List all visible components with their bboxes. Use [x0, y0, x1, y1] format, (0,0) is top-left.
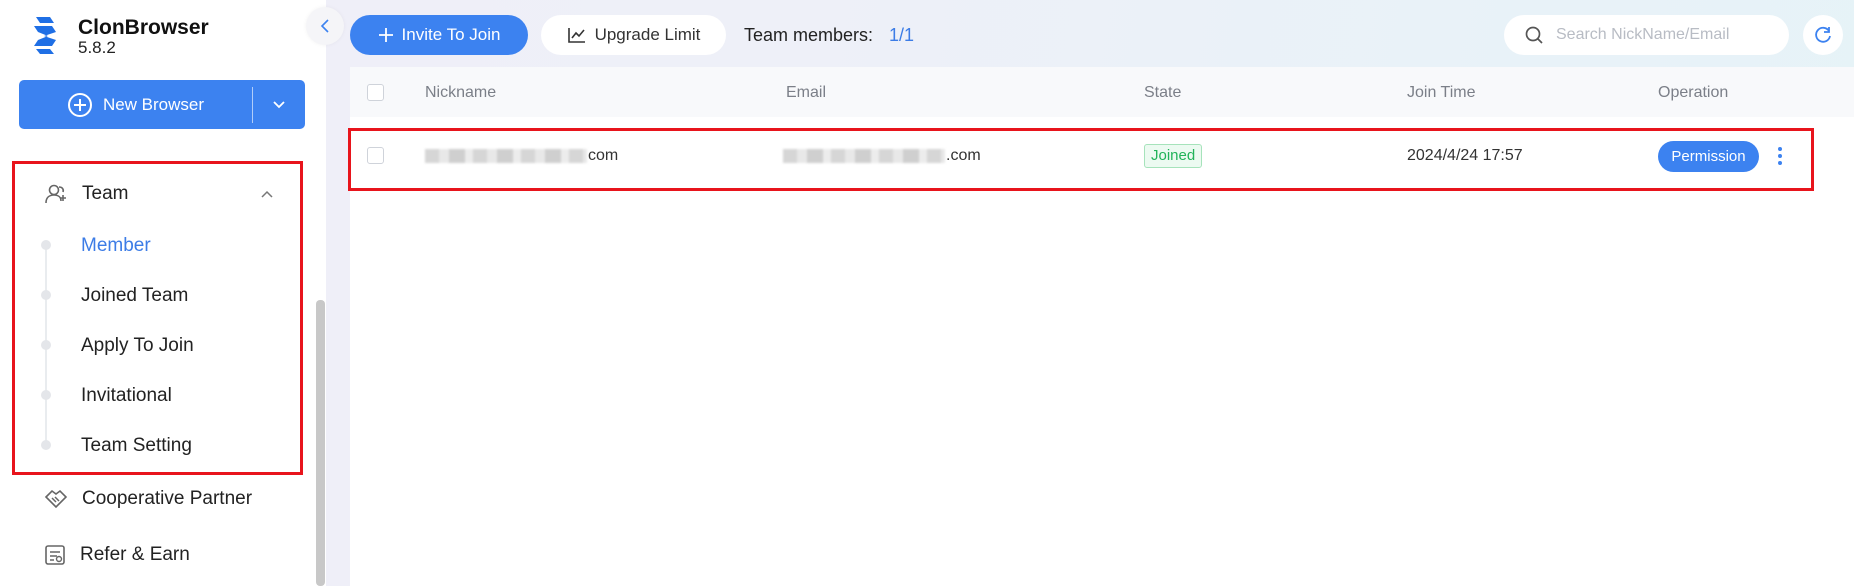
- chevron-left-icon: [320, 19, 329, 33]
- sidebar-item-invitational[interactable]: Invitational: [81, 385, 172, 407]
- refer-earn-icon: [45, 545, 65, 565]
- column-header-operation: Operation: [1658, 84, 1729, 101]
- tree-dot: [41, 440, 51, 450]
- tree-dot: [41, 390, 51, 400]
- sidebar-item-member[interactable]: Member: [81, 235, 151, 257]
- column-header-email: Email: [786, 84, 827, 101]
- new-browser-dropdown[interactable]: [253, 80, 305, 129]
- handshake-icon: [44, 489, 68, 509]
- new-browser-main[interactable]: New Browser: [19, 80, 252, 129]
- column-header-nickname: Nickname: [425, 84, 497, 101]
- sidebar-item-label: Refer & Earn: [80, 544, 190, 565]
- search-input[interactable]: [1556, 26, 1776, 44]
- team-icon: [45, 184, 66, 204]
- plus-icon: [378, 28, 393, 42]
- sidebar-item-label: Team: [82, 183, 129, 204]
- app-version: 5.8.2: [78, 38, 116, 57]
- clonbrowser-logo-icon: [34, 17, 56, 54]
- sidebar-item-apply-to-join[interactable]: Apply To Join: [81, 335, 194, 357]
- search-icon: [1525, 26, 1543, 44]
- invite-to-join-button[interactable]: Invite To Join: [350, 15, 528, 55]
- team-members-count: 1/1: [889, 25, 915, 45]
- new-browser-button[interactable]: New Browser: [19, 80, 305, 129]
- chevron-up-icon: [261, 190, 273, 198]
- sidebar-item-refer-earn[interactable]: Refer & Earn: [44, 544, 190, 566]
- sidebar-item-team-setting[interactable]: Team Setting: [81, 435, 192, 457]
- sidebar-item-joined-team[interactable]: Joined Team: [81, 285, 188, 307]
- sidebar-item-team[interactable]: Team: [44, 180, 274, 208]
- tree-dot: [41, 290, 51, 300]
- upgrade-label: Upgrade Limit: [594, 25, 701, 44]
- invite-label: Invite To Join: [401, 25, 501, 44]
- column-header-join-time: Join Time: [1407, 84, 1476, 101]
- upgrade-limit-button[interactable]: Upgrade Limit: [541, 15, 726, 55]
- refresh-icon: [1815, 26, 1831, 43]
- select-all-checkbox[interactable]: [367, 84, 384, 101]
- chart-line-icon: [567, 28, 585, 43]
- sidebar-item-label: Cooperative Partner: [82, 488, 253, 509]
- tree-dot: [41, 240, 51, 250]
- collapse-sidebar-button[interactable]: [306, 7, 344, 45]
- sidebar-scrollbar[interactable]: [316, 300, 325, 586]
- team-members-label: Team members:: [744, 25, 874, 45]
- column-header-state: State: [1144, 84, 1182, 101]
- team-highlight-box: [12, 161, 303, 475]
- sidebar: ClonBrowser 5.8.2 New Browser Team Membe…: [0, 0, 326, 586]
- tree-dot: [41, 340, 51, 350]
- sidebar-item-cooperative-partner[interactable]: Cooperative Partner: [44, 488, 252, 510]
- plus-circle-icon: [67, 92, 92, 117]
- app-name: ClonBrowser: [78, 16, 209, 39]
- search-box[interactable]: [1504, 15, 1789, 55]
- table-header: Nickname Email State Join Time Operation: [350, 67, 1854, 117]
- refresh-button[interactable]: [1803, 15, 1843, 55]
- chevron-down-icon: [273, 100, 285, 108]
- row-highlight-box: [348, 128, 1814, 191]
- new-browser-label: New Browser: [102, 94, 205, 114]
